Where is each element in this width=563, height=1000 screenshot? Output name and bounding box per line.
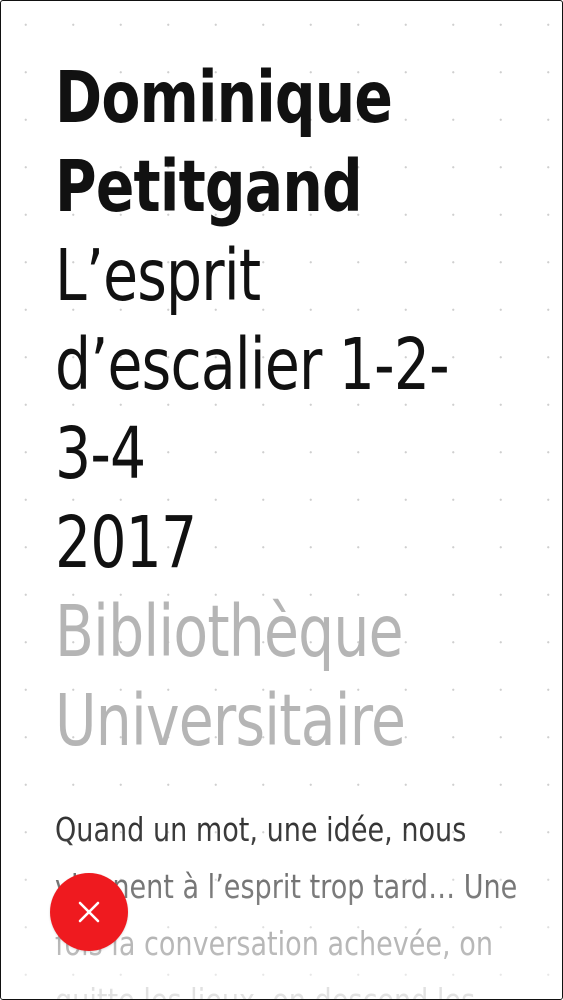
description-line: viennent à l’esprit trop tard… Une [55,867,518,906]
description-line: Quand un mot, une idée, nous [55,810,467,849]
work-title-line: d’escalier 1-2- [55,323,450,406]
description-line: quitte les lieux, on descend les [55,972,547,999]
app-viewport: Dominique Petitgand L’esprit d’escalier … [0,0,563,1000]
artist-name-line: Dominique [55,56,393,139]
entry-heading: Dominique Petitgand L’esprit d’escalier … [55,53,527,765]
work-title-line: 3-4 [55,412,146,495]
artist-name-line: Petitgand [55,145,363,228]
work-description: Quand un mot, une idée, nous viennent à … [55,801,547,999]
close-button[interactable] [50,873,128,951]
work-year: 2017 [55,501,197,584]
entry-detail: Dominique Petitgand L’esprit d’escalier … [55,53,525,765]
venue-name-line: Universitaire [55,679,406,762]
description-line: fois la conversation achevée, on [55,924,493,963]
work-title-line: L’esprit [55,234,261,317]
venue-name-line: Bibliothèque [55,590,404,673]
close-icon [76,899,102,925]
